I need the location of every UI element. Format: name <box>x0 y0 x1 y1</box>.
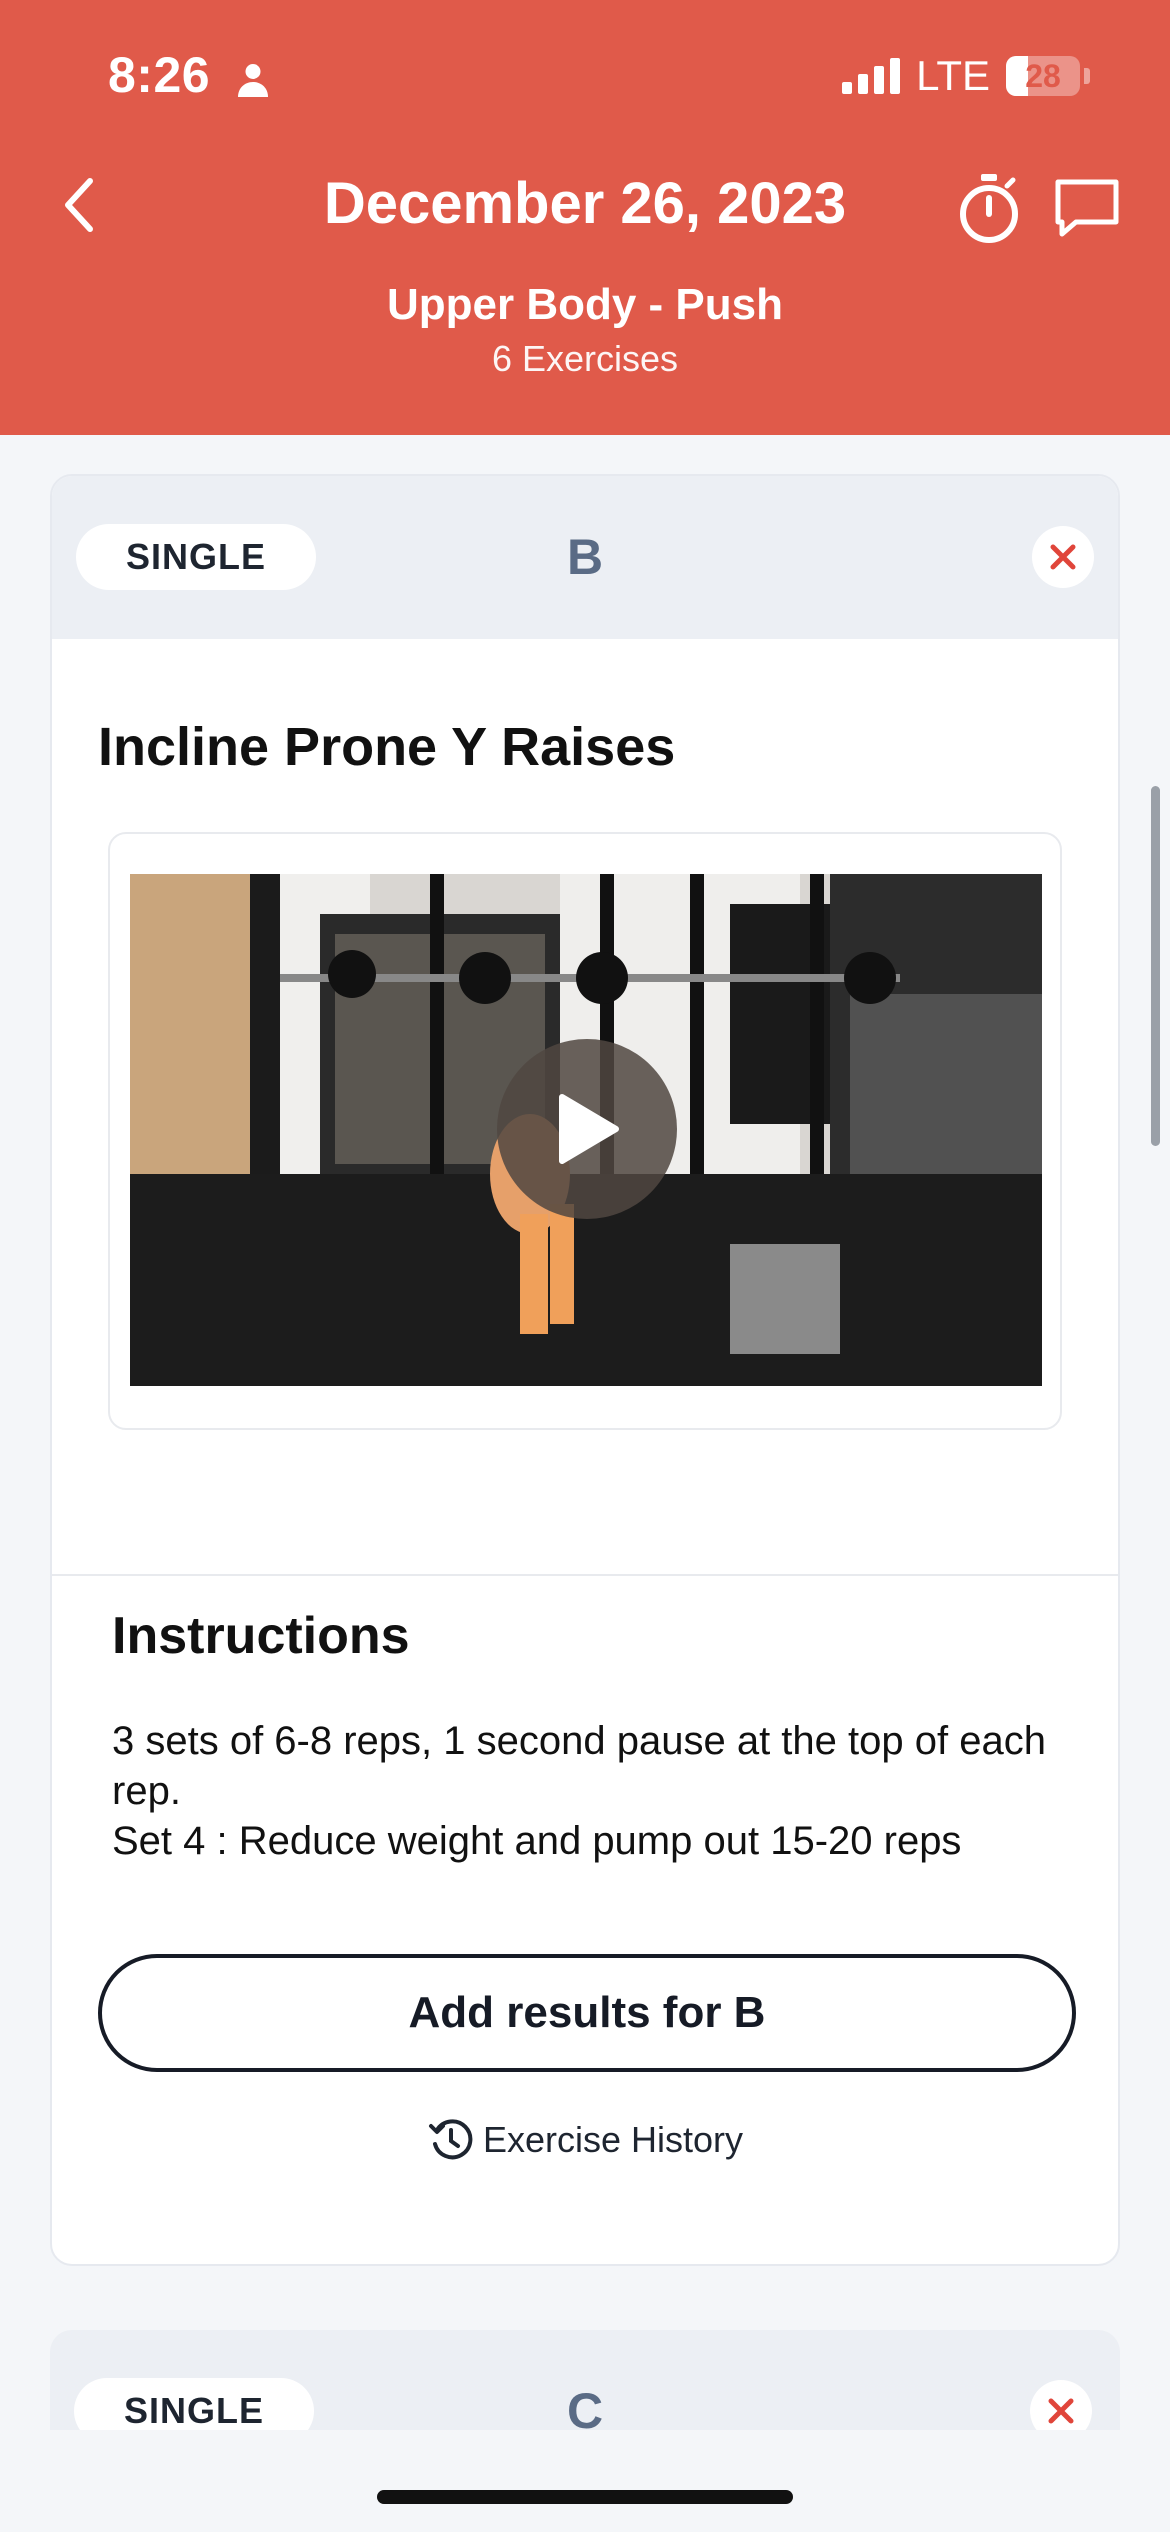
network-label: LTE <box>916 52 990 99</box>
battery-icon: 28 <box>1006 56 1080 96</box>
video-container <box>108 832 1062 1430</box>
exercise-name: Incline Prone Y Raises <box>98 717 676 777</box>
home-indicator[interactable] <box>377 2490 793 2504</box>
workout-name: Upper Body - Push <box>386 280 784 329</box>
bottom-safe-area <box>0 2430 1170 2532</box>
signal-icon <box>842 58 901 94</box>
remove-exercise-button[interactable] <box>1032 526 1094 588</box>
exercise-history-link[interactable]: Exercise History <box>52 2116 1118 2164</box>
exercise-video[interactable] <box>130 874 1042 1386</box>
add-results-button[interactable]: Add results for B <box>98 1954 1076 2072</box>
exercise-card: SINGLE B Incline Prone Y Raises Instruct… <box>50 474 1120 2266</box>
exercise-letter: B <box>566 529 604 585</box>
chat-icon[interactable] <box>1052 176 1122 240</box>
battery-level: 28 <box>1025 57 1061 94</box>
status-time: 8:26 <box>108 47 211 103</box>
play-button[interactable] <box>497 1039 677 1219</box>
scrollbar[interactable] <box>1151 786 1160 1146</box>
exercise-card-header: SINGLE B <box>52 476 1118 639</box>
instructions-text: 3 sets of 6-8 reps, 1 second pause at th… <box>112 1719 1046 1863</box>
exercise-count: 6 Exercises <box>491 338 679 379</box>
divider <box>52 1574 1118 1576</box>
header: 8:26 LTE 28 December 26, 2023 Upper Body… <box>0 0 1170 435</box>
screen: 8:26 LTE 28 December 26, 2023 Upper Body… <box>0 0 1170 2532</box>
status-indicators: LTE 28 <box>842 52 1090 100</box>
person-icon <box>238 64 268 97</box>
close-icon <box>1050 544 1076 570</box>
stopwatch-icon[interactable] <box>955 172 1023 244</box>
instructions-heading: Instructions <box>112 1607 410 1665</box>
play-icon <box>559 1094 619 1164</box>
history-icon <box>428 2119 473 2160</box>
battery-tip <box>1084 68 1090 84</box>
close-icon <box>1048 2398 1074 2424</box>
exercise-history-label: Exercise History <box>482 2119 744 2160</box>
